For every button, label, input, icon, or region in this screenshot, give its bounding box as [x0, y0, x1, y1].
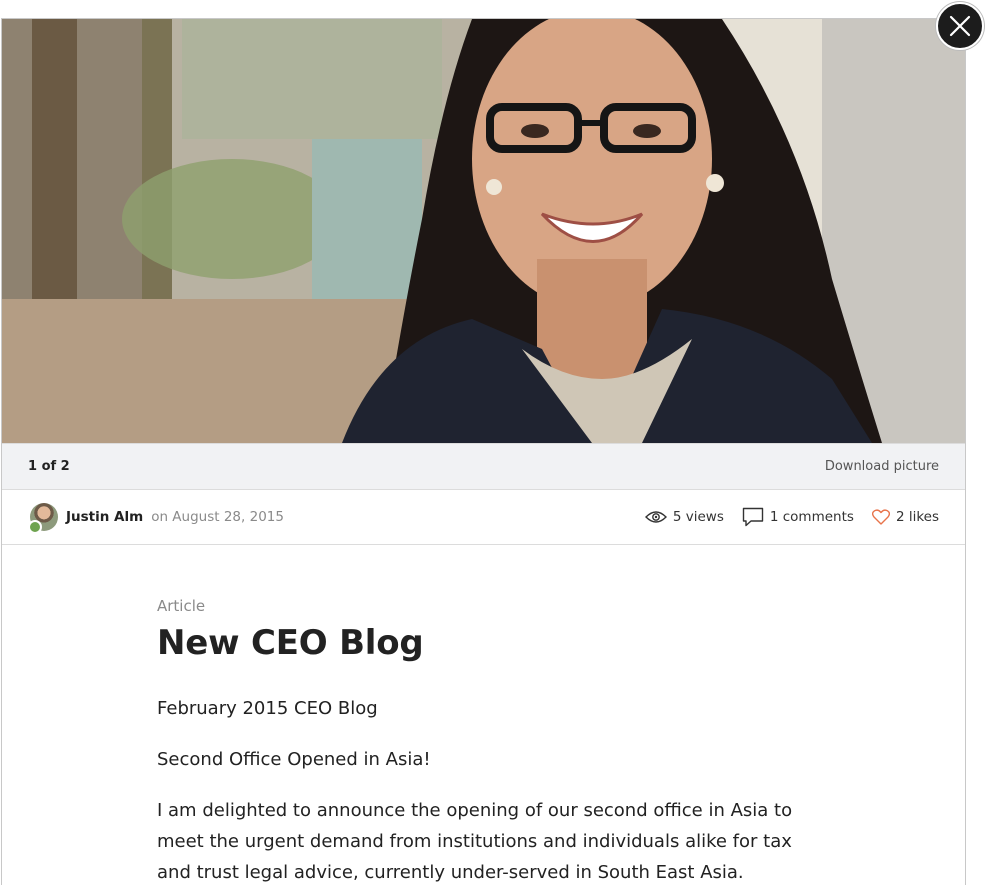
close-icon — [949, 15, 971, 37]
author-name[interactable]: Justin Alm — [66, 509, 143, 525]
avatar[interactable] — [28, 503, 58, 534]
article-content: Article New CEO Blog February 2015 CEO B… — [2, 545, 807, 885]
views-stat[interactable]: 5 views — [644, 509, 724, 525]
featured-photo[interactable] — [2, 19, 965, 443]
comments-stat[interactable]: 1 comments — [742, 507, 854, 527]
photo-toolbar: 1 of 2 Download picture — [2, 443, 965, 490]
post-stats: 5 views 1 comments 2 likes — [644, 507, 939, 527]
heart-icon[interactable] — [871, 509, 890, 525]
views-count: 5 views — [672, 509, 724, 525]
close-button[interactable] — [936, 2, 984, 50]
photo-counter: 1 of 2 — [28, 459, 70, 474]
article-type-label: Article — [157, 597, 206, 615]
comments-count: 1 comments — [769, 509, 854, 525]
eye-icon — [644, 511, 667, 523]
article-paragraph: February 2015 CEO Blog — [157, 698, 378, 719]
author-info: Justin Alm on August 28, 2015 — [28, 503, 284, 534]
article-paragraph: Second Office Opened in Asia! — [157, 749, 431, 770]
article-paragraph: I am delighted to announce the opening o… — [157, 800, 793, 883]
post-date: on August 28, 2015 — [151, 509, 284, 525]
comment-icon — [742, 507, 764, 527]
photo-illustration — [2, 19, 965, 443]
lightbox-modal: 1 of 2 Download picture Justin Alm on Au… — [1, 18, 966, 885]
online-status-dot — [28, 520, 42, 534]
download-picture-link[interactable]: Download picture — [825, 459, 939, 474]
likes-count: 2 likes — [895, 509, 939, 525]
article-title: New CEO Blog — [157, 623, 424, 663]
post-meta-bar: Justin Alm on August 28, 2015 5 views 1 … — [2, 490, 965, 545]
likes-stat[interactable]: 2 likes — [871, 509, 939, 525]
